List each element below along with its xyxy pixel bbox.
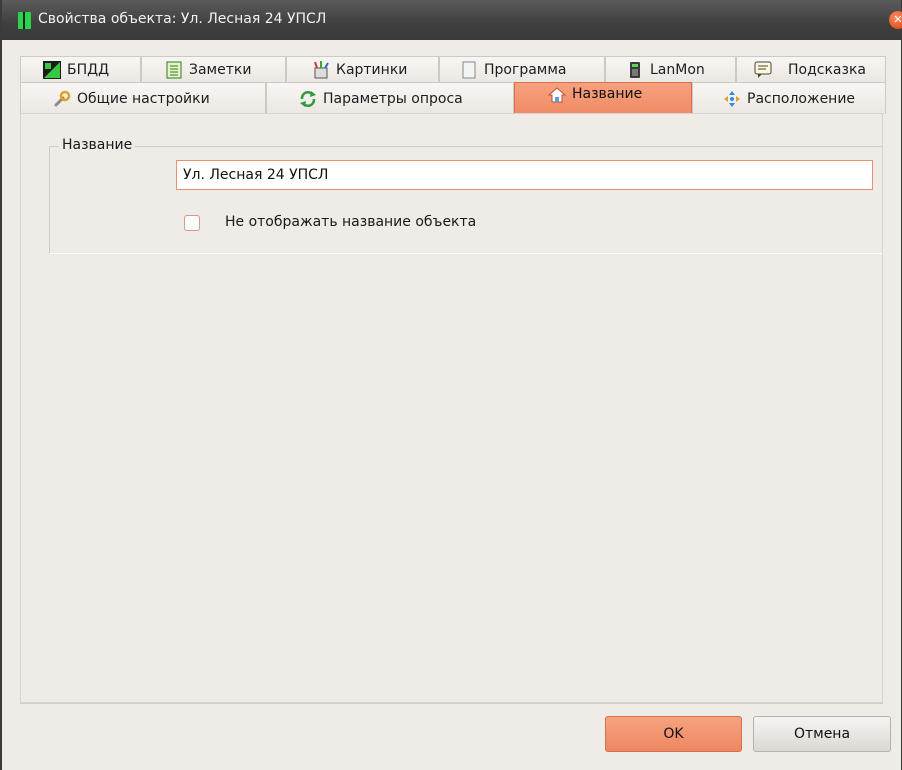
footer-separator [20, 703, 883, 704]
tab-polling-params-label: Параметры опроса [323, 90, 463, 107]
tab-bpdd[interactable]: БПДД [20, 56, 141, 82]
tab-row-1: БПДД Заметки Картинки Программа LanMon П… [20, 56, 886, 82]
tab-hint[interactable]: Подсказка [736, 56, 886, 82]
tab-name-label: Название [572, 86, 643, 102]
tab-hint-label: Подсказка [788, 61, 866, 78]
tab-bpdd-label: БПДД [67, 61, 110, 78]
title-bar[interactable]: Свойства объекта: Ул. Лесная 24 УПСЛ ✕ [2, 0, 902, 40]
ok-button[interactable]: OK [605, 716, 742, 752]
tab-location[interactable]: Расположение [692, 82, 886, 114]
pictures-icon [312, 60, 330, 79]
window-bottom-edge [2, 765, 901, 770]
tab-program-label: Программа [484, 61, 567, 78]
hide-name-checkbox[interactable] [184, 215, 200, 231]
tab-pictures-label: Картинки [336, 61, 408, 78]
hide-name-label[interactable]: Не отображать название объекта [225, 214, 476, 230]
tab-lanmon-label: LanMon [650, 61, 705, 78]
app-icon [18, 12, 31, 29]
lanmon-icon [626, 61, 644, 79]
tab-pictures[interactable]: Картинки [286, 56, 439, 82]
tab-lanmon[interactable]: LanMon [605, 56, 736, 82]
groupbox-title: Название [59, 137, 136, 153]
tab-general-settings-label: Общие настройки [77, 90, 210, 107]
refresh-icon [299, 90, 317, 108]
tab-notes[interactable]: Заметки [141, 56, 286, 82]
tab-polling-params[interactable]: Параметры опроса [266, 82, 514, 114]
hint-icon [754, 61, 772, 79]
tab-name[interactable]: Название [514, 82, 692, 114]
tab-location-label: Расположение [747, 90, 856, 107]
move-arrows-icon [723, 90, 741, 108]
tab-program[interactable]: Программа [439, 56, 605, 82]
tab-notes-label: Заметки [189, 61, 252, 78]
window-title: Свойства объекта: Ул. Лесная 24 УПСЛ [38, 11, 327, 27]
program-icon [460, 61, 478, 79]
properties-window: Свойства объекта: Ул. Лесная 24 УПСЛ ✕ Б… [0, 0, 902, 770]
close-button[interactable]: ✕ [889, 11, 902, 29]
notes-icon [165, 61, 183, 79]
wrench-icon [53, 90, 71, 108]
cancel-button[interactable]: Отмена [753, 716, 891, 752]
tab-general-settings[interactable]: Общие настройки [20, 82, 266, 114]
tab-row-2: Общие настройки Параметры опроса Названи… [20, 82, 886, 114]
object-name-input[interactable] [176, 160, 873, 190]
tab-content-pane: Название Не отображать название объекта [20, 113, 883, 703]
bpdd-icon [43, 60, 61, 79]
home-icon [547, 86, 567, 104]
